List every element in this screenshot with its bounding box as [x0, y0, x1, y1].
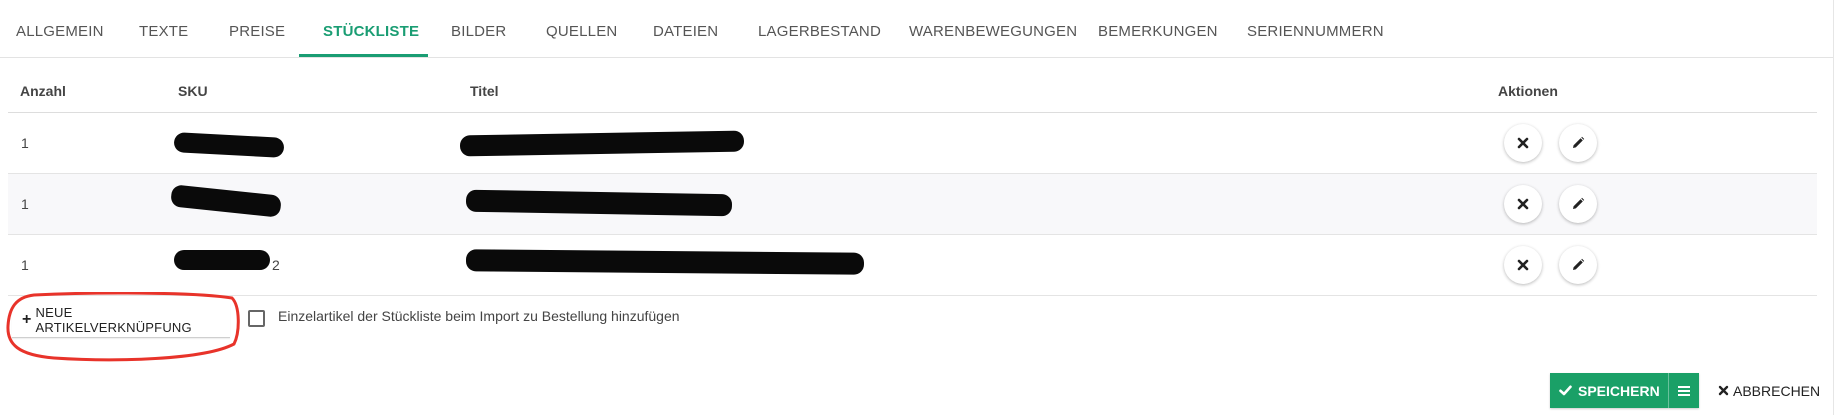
redaction-mark — [465, 249, 865, 275]
row-quantity: 1 — [21, 135, 29, 151]
tab-bar: ALLGEMEIN TEXTE PREISE STÜCKLISTE BILDER… — [0, 0, 1833, 58]
save-options-menu-button[interactable] — [1669, 373, 1699, 408]
tab-lagerbestand[interactable]: LAGERBESTAND — [758, 0, 881, 56]
add-article-link-label: NEUE ARTIKELVERKNÜPFUNG — [35, 305, 192, 335]
pencil-icon — [1573, 136, 1585, 148]
delete-button[interactable] — [1504, 185, 1542, 223]
cancel-button[interactable]: ABBRECHEN — [1718, 373, 1820, 408]
pencil-icon — [1573, 197, 1585, 209]
redaction-mark — [173, 132, 285, 158]
tab-stueckliste[interactable]: STÜCKLISTE — [323, 0, 419, 56]
tab-allgemein[interactable]: ALLGEMEIN — [16, 0, 104, 56]
edit-button[interactable] — [1559, 185, 1597, 223]
redaction-mark — [459, 130, 745, 157]
tab-quellen[interactable]: QUELLEN — [546, 0, 617, 56]
delete-button[interactable] — [1504, 124, 1542, 162]
close-icon — [1517, 137, 1529, 149]
redaction-mark — [174, 250, 270, 270]
row-quantity: 1 — [21, 196, 29, 212]
table-row: 1 2 — [8, 235, 1817, 296]
pencil-icon — [1573, 258, 1585, 270]
close-icon — [1517, 259, 1529, 271]
import-to-order-label: Einzelartikel der Stückliste beim Import… — [278, 308, 680, 324]
table-row: 1 — [8, 174, 1817, 235]
save-button[interactable]: SPEICHERN — [1550, 373, 1668, 408]
tab-seriennummern[interactable]: SERIENNUMMERN — [1247, 0, 1384, 56]
tab-texte[interactable]: TEXTE — [139, 0, 188, 56]
save-label: SPEICHERN — [1578, 382, 1660, 399]
redaction-mark — [465, 189, 733, 217]
close-icon — [1718, 385, 1729, 396]
edit-button[interactable] — [1559, 246, 1597, 284]
tab-bilder[interactable]: BILDER — [451, 0, 506, 56]
menu-icon — [1678, 385, 1690, 396]
tab-dateien[interactable]: DATEIEN — [653, 0, 718, 56]
tab-warenbewegungen[interactable]: WARENBEWEGUNGEN — [909, 0, 1077, 56]
delete-button[interactable] — [1504, 246, 1542, 284]
row-sku: 2 — [272, 257, 280, 273]
panel-border — [1833, 0, 1834, 415]
close-icon — [1517, 198, 1529, 210]
tab-bemerkungen[interactable]: BEMERKUNGEN — [1098, 0, 1218, 56]
table-header: Anzahl SKU Titel Aktionen — [8, 57, 1817, 113]
cancel-label: ABBRECHEN — [1733, 382, 1821, 399]
edit-button[interactable] — [1559, 124, 1597, 162]
redaction-mark — [170, 184, 282, 218]
import-to-order-checkbox[interactable] — [248, 310, 265, 327]
table-row: 1 — [8, 113, 1817, 174]
bom-table: Anzahl SKU Titel Aktionen 1 1 1 2 — [8, 57, 1817, 296]
plus-icon: + — [22, 311, 32, 328]
row-quantity: 1 — [21, 257, 29, 273]
tab-preise[interactable]: PREISE — [229, 0, 285, 56]
save-button-group: SPEICHERN — [1550, 373, 1699, 408]
checkmark-icon — [1559, 385, 1572, 396]
add-article-link-button[interactable]: + NEUE ARTIKELVERKNÜPFUNG — [12, 303, 230, 338]
